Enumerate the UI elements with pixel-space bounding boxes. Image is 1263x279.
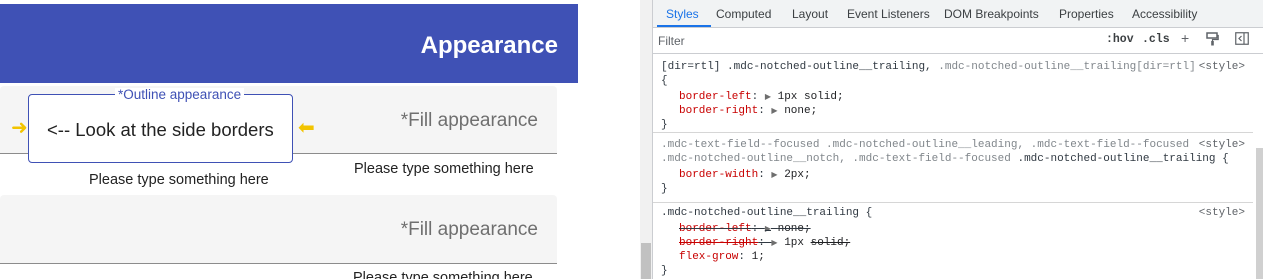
fill-field-helper-text: Please type something here bbox=[354, 161, 534, 177]
tab-styles[interactable]: Styles bbox=[666, 7, 699, 21]
tab-dom-breakpoints[interactable]: DOM Breakpoints bbox=[944, 7, 1039, 21]
rule-selector[interactable]: [dir=rtl] .mdc-notched-outline__trailing… bbox=[661, 61, 1196, 74]
arrow-right-icon: ➜ bbox=[11, 117, 28, 139]
expand-triangle-icon: ▶ bbox=[771, 171, 778, 180]
rule-selector[interactable]: .mdc-text-field--focused .mdc-notched-ou… bbox=[661, 139, 1189, 152]
hover-state-button[interactable]: :hov bbox=[1106, 33, 1134, 46]
fill-field-label: *Fill appearance bbox=[400, 110, 538, 131]
rule-source-link[interactable]: <style> bbox=[1199, 61, 1245, 74]
rule-source-link[interactable]: <style> bbox=[1199, 139, 1245, 152]
css-declaration[interactable]: border-left: ▶ 1px solid; bbox=[679, 91, 844, 104]
page-viewport: Appearance *Fill appearance Please type … bbox=[0, 0, 640, 279]
devtools-panel: Styles Computed Layout Event Listeners D… bbox=[652, 0, 1263, 279]
css-declaration-overridden[interactable]: border-left: ▶ none; bbox=[679, 223, 811, 236]
styles-filter-bar: :hov .cls + bbox=[653, 28, 1263, 54]
devtools-scrollbar[interactable] bbox=[1256, 148, 1263, 279]
page-scrollbar-thumb[interactable] bbox=[641, 243, 651, 279]
style-rule-1: [dir=rtl] .mdc-notched-outline__trailing… bbox=[653, 55, 1253, 133]
class-toggle-button[interactable]: .cls bbox=[1142, 33, 1170, 46]
style-rule-3: .mdc-notched-outline__trailing { <style>… bbox=[653, 203, 1253, 279]
expand-triangle-icon: ▶ bbox=[771, 239, 778, 248]
rule-close-brace: } bbox=[661, 265, 668, 277]
css-declaration-overridden[interactable]: border-right: ▶ 1px solid; bbox=[679, 237, 850, 250]
expand-triangle-icon: ▶ bbox=[764, 225, 771, 234]
styles-filter-input[interactable] bbox=[658, 31, 1095, 50]
tab-computed[interactable]: Computed bbox=[716, 7, 771, 21]
expand-triangle-icon: ▶ bbox=[771, 107, 778, 116]
rule-source-link[interactable]: <style> bbox=[1199, 207, 1245, 220]
devtools-tabbar: Styles Computed Layout Event Listeners D… bbox=[653, 0, 1263, 28]
rule-selector-continued[interactable]: .mdc-notched-outline__notch, .mdc-text-f… bbox=[661, 153, 1229, 166]
page-scrollbar[interactable] bbox=[640, 0, 652, 279]
css-declaration[interactable]: flex-grow: 1; bbox=[679, 251, 765, 264]
tab-accessibility[interactable]: Accessibility bbox=[1132, 7, 1197, 21]
fill-field-helper-text: Please type something here bbox=[353, 270, 533, 279]
toggle-sidebar-icon[interactable] bbox=[1235, 32, 1249, 48]
rule-close-brace: } bbox=[661, 183, 668, 195]
fill-field-label: *Fill appearance bbox=[400, 219, 538, 240]
tab-event-listeners[interactable]: Event Listeners bbox=[847, 7, 930, 21]
outline-field-helper-text: Please type something here bbox=[89, 172, 269, 188]
css-declaration[interactable]: border-width: ▶ 2px; bbox=[679, 169, 811, 182]
fill-text-field-2[interactable]: *Fill appearance bbox=[0, 195, 557, 264]
toolbar-title: Appearance bbox=[420, 32, 558, 59]
rule-open-brace: { bbox=[661, 75, 668, 87]
style-rule-2: .mdc-text-field--focused .mdc-notched-ou… bbox=[653, 133, 1253, 203]
outline-field-label: *Outline appearance bbox=[115, 88, 245, 102]
rule-close-brace: } bbox=[661, 119, 668, 131]
arrow-left-icon: ⬅ bbox=[298, 117, 315, 139]
outline-field-value[interactable]: <-- Look at the side borders bbox=[47, 119, 274, 141]
paint-roller-icon[interactable] bbox=[1206, 32, 1219, 49]
rule-selector[interactable]: .mdc-notched-outline__trailing { bbox=[661, 207, 872, 220]
expand-triangle-icon: ▶ bbox=[764, 93, 771, 102]
new-style-rule-icon[interactable]: + bbox=[1181, 30, 1189, 46]
tab-layout[interactable]: Layout bbox=[792, 7, 828, 21]
active-tab-indicator bbox=[657, 25, 711, 27]
app-toolbar: Appearance bbox=[0, 4, 578, 83]
css-declaration[interactable]: border-right: ▶ none; bbox=[679, 105, 817, 118]
tab-properties[interactable]: Properties bbox=[1059, 7, 1114, 21]
